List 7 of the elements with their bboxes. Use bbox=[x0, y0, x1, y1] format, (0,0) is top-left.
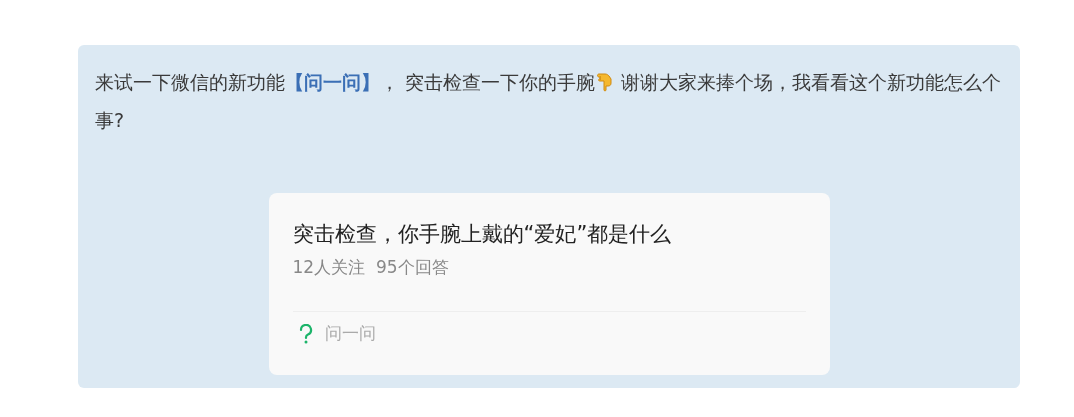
question-mark-icon bbox=[298, 323, 313, 344]
footer-label: 问一问 bbox=[324, 322, 376, 345]
post-text: 来试一下微信的新功能【问一问】， 突击检查一下你的手腕 谢谢大家来捧个场，我看看这个新功能怎么个事? bbox=[95, 70, 1003, 133]
pointing-hand-icon bbox=[596, 72, 615, 92]
question-stats: 12人关注 95个回答 bbox=[292, 256, 450, 279]
question-card[interactable]: 突击检查，你手腕上戴的“爱妃”都是什么 12人关注 95个回答 问一问 bbox=[268, 193, 830, 375]
question-title: 突击检查，你手腕上戴的“爱妃”都是什么 bbox=[292, 221, 673, 248]
